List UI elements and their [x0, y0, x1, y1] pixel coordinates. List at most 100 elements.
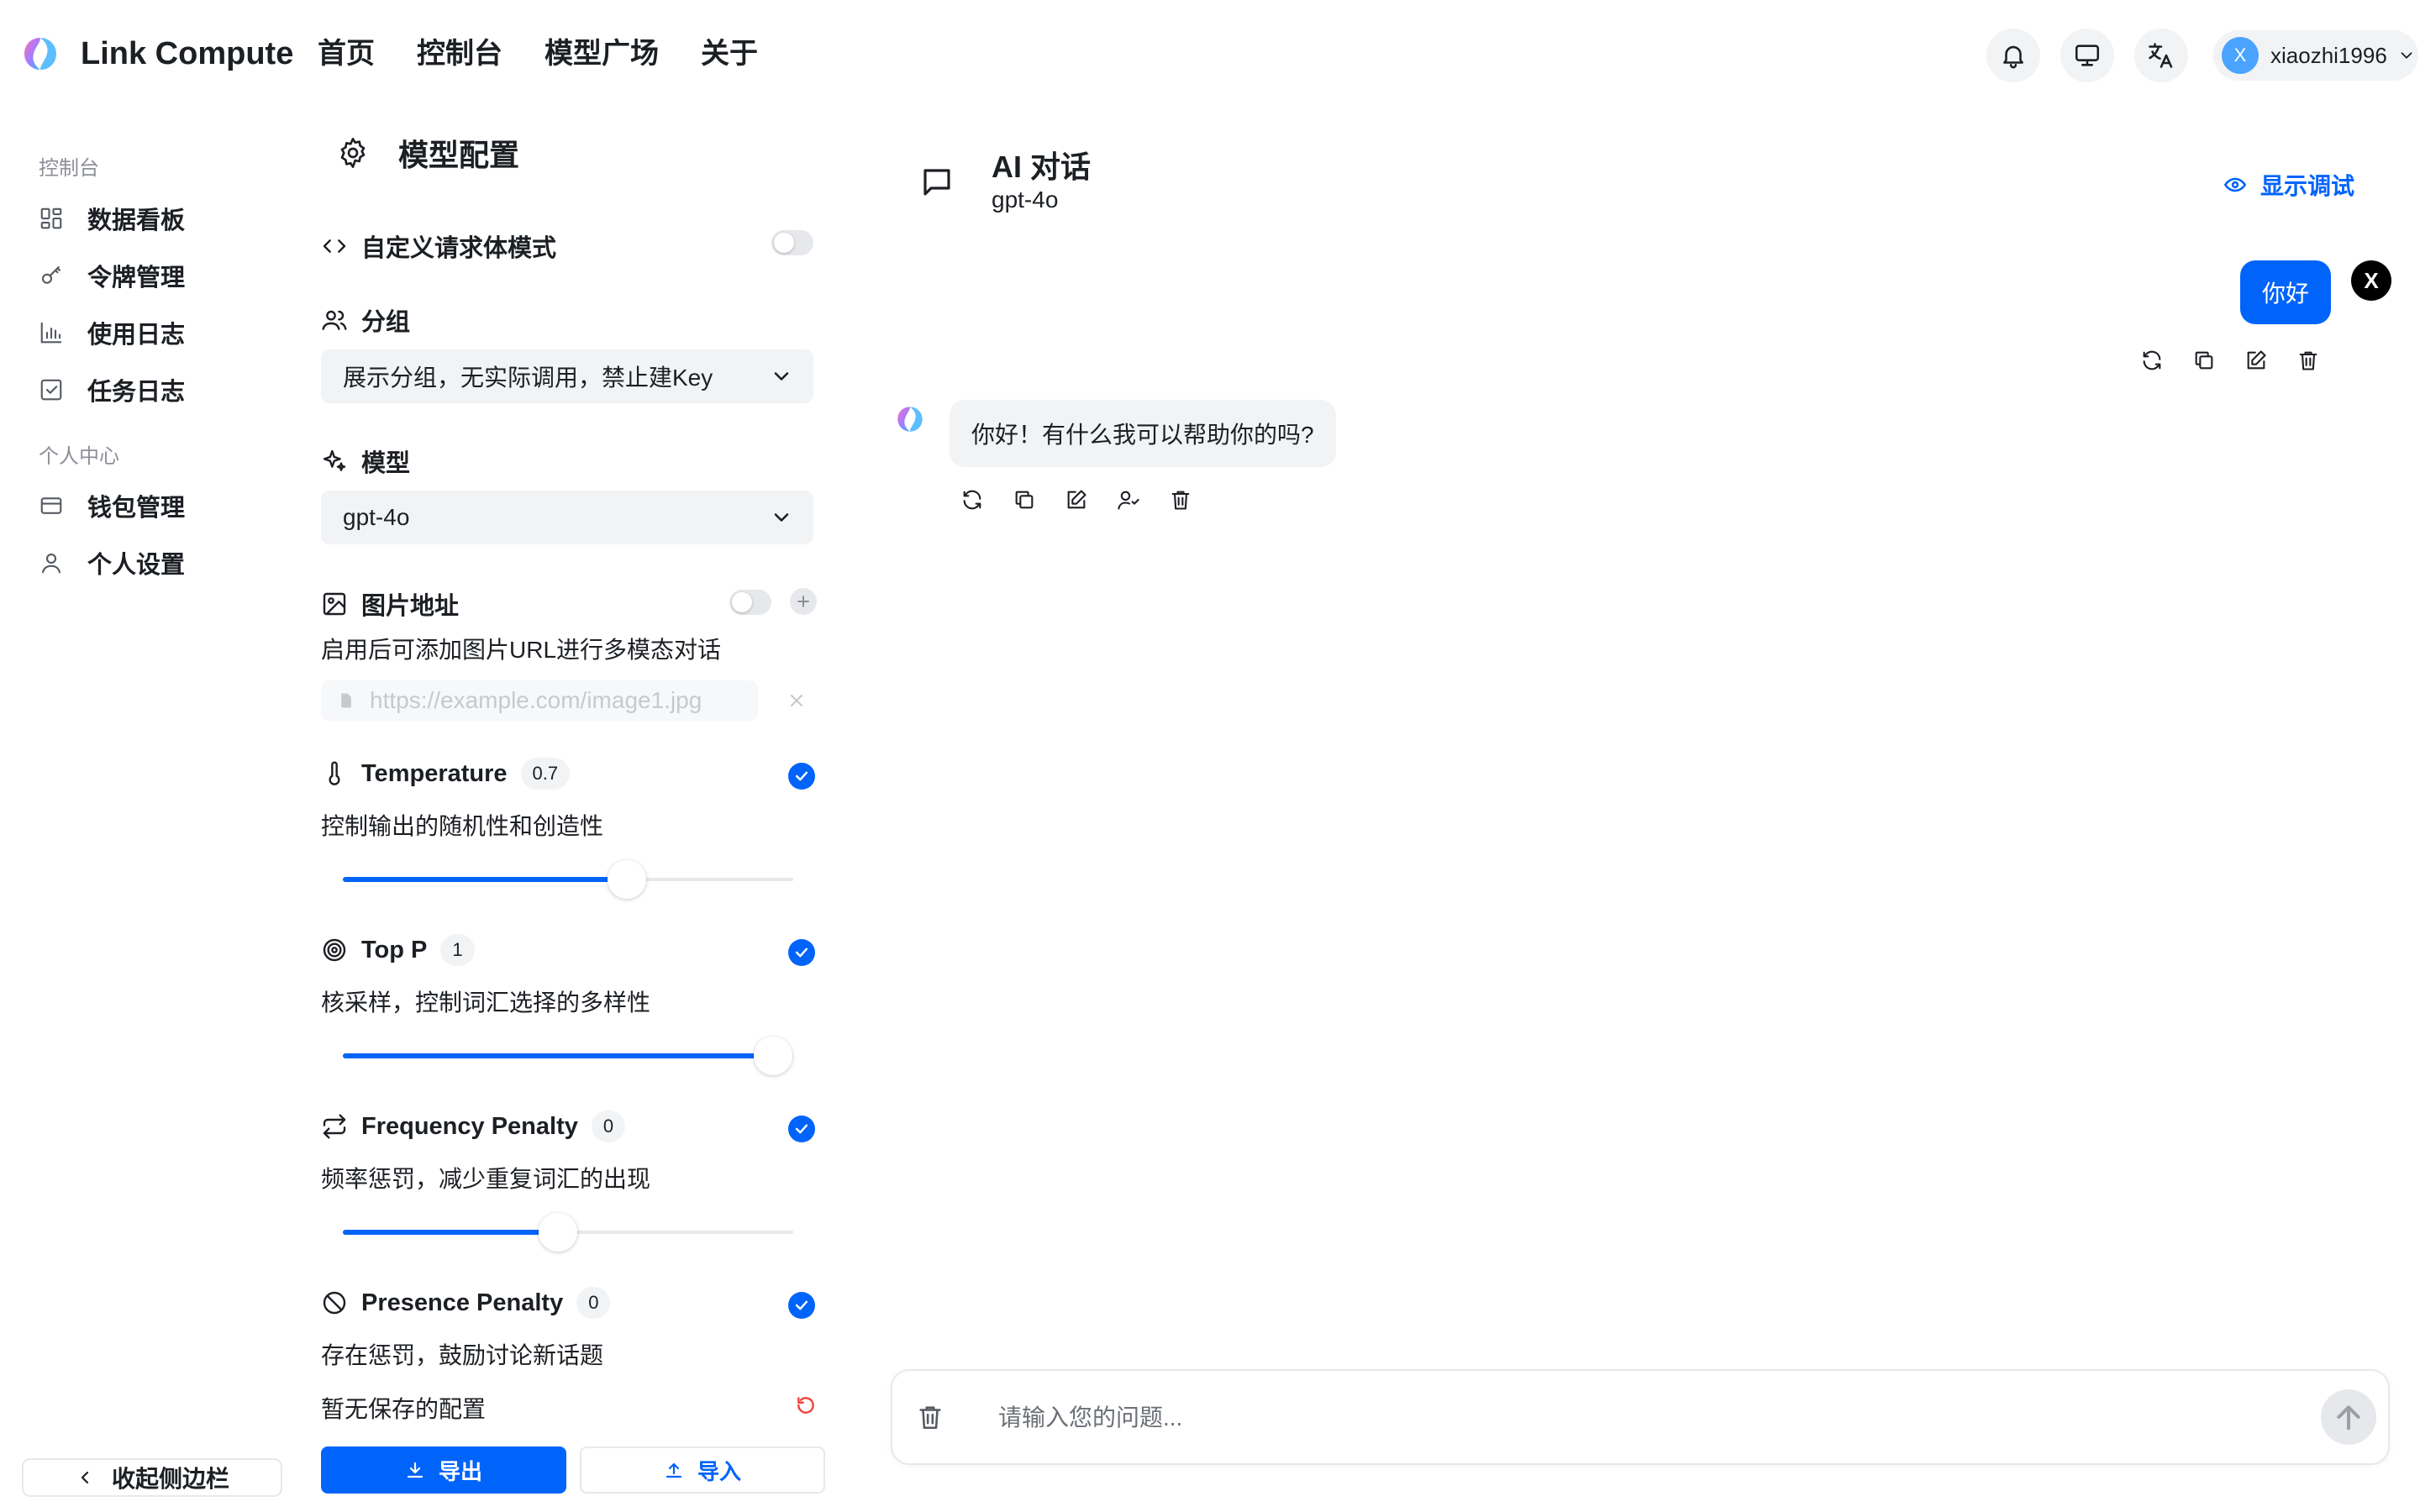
sidebar-item-usage-logs[interactable]: 使用日志: [37, 307, 281, 358]
top-p-enabled-checkbox[interactable]: [788, 939, 815, 966]
brand-name[interactable]: Link Compute: [81, 34, 293, 74]
export-label: 导出: [438, 1458, 482, 1484]
nav-console[interactable]: 控制台: [417, 34, 502, 74]
image-icon: [323, 592, 346, 616]
switch-role-button[interactable]: [1114, 486, 1143, 514]
model-select[interactable]: gpt-4o: [321, 491, 813, 544]
model-label: 模型: [361, 450, 411, 477]
send-button[interactable]: [2321, 1389, 2376, 1445]
nav-model-square[interactable]: 模型广场: [544, 34, 659, 74]
sidebar-item-task-logs[interactable]: 任务日志: [37, 365, 281, 415]
chat-model-name: gpt-4o: [992, 186, 1059, 213]
sidebar-item-tokens[interactable]: 令牌管理: [37, 250, 281, 301]
sidebar-item-label: 使用日志: [87, 322, 186, 349]
language-button[interactable]: [2134, 29, 2188, 82]
copy-button[interactable]: [2190, 346, 2218, 375]
temperature-slider[interactable]: [343, 858, 793, 900]
top-p-slider[interactable]: [343, 1035, 793, 1077]
group-label: 分组: [361, 309, 411, 336]
presence-penalty-enabled-checkbox[interactable]: [788, 1292, 815, 1319]
chat-input[interactable]: [998, 1396, 2259, 1440]
refresh-icon: [2143, 350, 2161, 370]
upload-icon: [666, 1462, 682, 1478]
sidebar-item-label: 钱包管理: [87, 495, 186, 522]
chat-area: AI 对话 gpt-4o 显示调试 你好 X 你好！有什么我可以帮助你的吗?: [882, 109, 2420, 1512]
edit-icon: [1067, 490, 1086, 509]
regenerate-button[interactable]: [2138, 346, 2166, 375]
frequency-penalty-value-badge: 0: [591, 1110, 626, 1142]
user-message-bubble: 你好: [2240, 260, 2332, 324]
import-button[interactable]: 导入: [580, 1446, 825, 1494]
export-button[interactable]: 导出: [321, 1446, 566, 1494]
assistant-message-actions: [958, 486, 1195, 514]
image-url-description: 启用后可添加图片URL进行多模态对话: [321, 637, 722, 663]
sidebar-item-personal-settings[interactable]: 个人设置: [37, 538, 281, 588]
group-select[interactable]: 展示分组，无实际调用，禁止建Key: [321, 349, 813, 403]
nav-about[interactable]: 关于: [701, 34, 758, 74]
delete-button[interactable]: [2294, 346, 2323, 375]
wallet-icon: [40, 497, 62, 514]
target-icon: [323, 938, 346, 962]
add-image-url-button[interactable]: [790, 588, 817, 615]
chevron-left-icon: [81, 1471, 89, 1484]
slider-fill: [343, 1230, 558, 1235]
temperature-enabled-checkbox[interactable]: [788, 763, 815, 790]
frequency-penalty-slider[interactable]: [343, 1211, 793, 1253]
user-switch-icon: [1118, 491, 1139, 510]
custom-body-toggle[interactable]: [771, 230, 813, 255]
image-url-toggle[interactable]: [729, 590, 771, 615]
check-icon: [795, 1300, 808, 1310]
slider-thumb[interactable]: [539, 1213, 577, 1252]
slider-thumb[interactable]: [754, 1037, 792, 1075]
frequency-penalty-enabled-checkbox[interactable]: [788, 1116, 815, 1142]
reset-icon[interactable]: [795, 1394, 817, 1416]
temperature-row: Temperature 0.7: [321, 758, 571, 790]
users-icon: [322, 310, 347, 330]
copy-button[interactable]: [1010, 486, 1039, 514]
slider-fill: [343, 877, 627, 882]
slider-thumb[interactable]: [608, 860, 646, 899]
delete-button[interactable]: [1166, 486, 1195, 514]
sidebar-item-label: 数据看板: [87, 207, 186, 234]
clear-url-icon[interactable]: [786, 690, 807, 711]
temperature-description: 控制输出的随机性和创造性: [321, 813, 604, 839]
copy-icon: [1015, 491, 1034, 509]
user-avatar: X: [2222, 37, 2259, 74]
notifications-button[interactable]: [1986, 29, 2040, 82]
chat-bubble-icon: [923, 169, 950, 196]
image-url-label: 图片地址: [361, 593, 460, 620]
edit-button[interactable]: [1062, 486, 1091, 514]
repeat-icon: [323, 1114, 346, 1139]
bar-chart-icon: [40, 322, 62, 344]
nav-home[interactable]: 首页: [318, 34, 375, 74]
presence-penalty-label: Presence Penalty: [361, 1289, 564, 1316]
collapse-sidebar-button[interactable]: 收起侧边栏: [22, 1458, 282, 1497]
trash-icon: [2299, 351, 2317, 370]
check-icon: [795, 771, 808, 781]
image-url-input[interactable]: https://example.com/image1.jpg: [321, 680, 758, 721]
top-p-row: Top P 1: [321, 934, 475, 966]
group-select-value: 展示分组，无实际调用，禁止建Key: [343, 365, 713, 391]
edit-icon: [2247, 350, 2266, 370]
show-debug-button[interactable]: 显示调试: [2223, 168, 2354, 202]
sidebar-item-wallet[interactable]: 钱包管理: [37, 480, 281, 531]
thermometer-icon: [329, 761, 340, 785]
config-panel-title: 模型配置: [398, 138, 520, 172]
user-menu[interactable]: X xiaozhi1996: [2213, 30, 2418, 81]
top-p-value-badge: 1: [440, 934, 475, 966]
arrow-up-icon: [2337, 1405, 2360, 1431]
chat-title: AI 对话: [992, 150, 1092, 184]
image-url-row: 图片地址: [321, 586, 459, 622]
brand-logo-icon[interactable]: [22, 35, 59, 72]
sidebar-item-dashboard[interactable]: 数据看板: [37, 193, 281, 244]
display-mode-button[interactable]: [2060, 29, 2114, 82]
clear-chat-icon[interactable]: [916, 1403, 944, 1431]
model-row: 模型: [321, 444, 410, 479]
user-name: xiaozhi1996: [2270, 42, 2387, 68]
regenerate-button[interactable]: [958, 486, 986, 514]
code-icon: [323, 239, 346, 253]
top-header: Link Compute 首页 控制台 模型广场 关于 X xiaozhi199…: [0, 0, 2420, 109]
edit-button[interactable]: [2242, 346, 2270, 375]
sidebar-section-console: 控制台: [39, 157, 99, 180]
eye-icon: [2223, 177, 2247, 192]
